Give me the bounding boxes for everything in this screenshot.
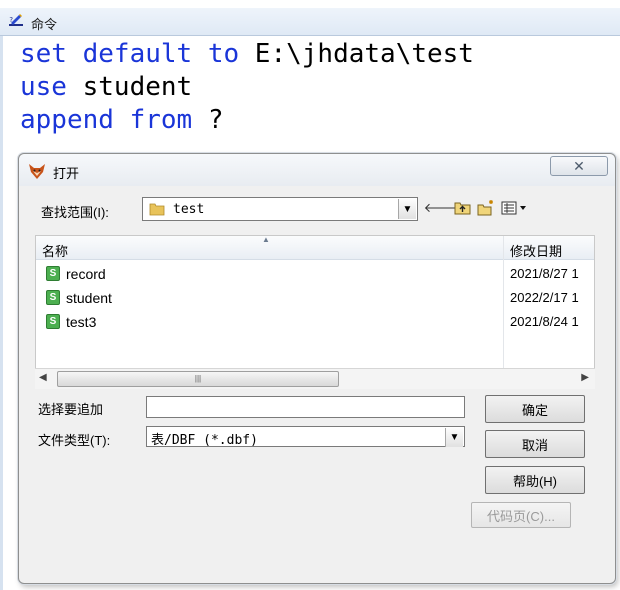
file-row-student[interactable]: S student 2022/2/17 1 (36, 286, 594, 310)
command-keyword: use (20, 72, 67, 102)
lookin-value: test (173, 202, 205, 217)
open-file-dialog: 打开 ✕ 查找范围(I): test ▼ 🡐 ▲ 名称 修改日期 S recor… (18, 153, 616, 584)
file-row-record[interactable]: S record 2021/8/27 1 (36, 262, 594, 286)
file-date: 2021/8/27 1 (510, 266, 579, 281)
scroll-right-icon[interactable]: ▶ (581, 372, 589, 383)
command-line-2[interactable]: use student (20, 71, 192, 103)
command-keyword: set default to (20, 39, 240, 69)
command-argument: E:\jhdata\test (239, 39, 474, 69)
cancel-button[interactable]: 取消 (485, 430, 585, 458)
lookin-dropdown[interactable]: test ▼ (142, 197, 418, 221)
select-label: 选择要追加 (38, 402, 104, 417)
close-icon: ✕ (573, 157, 585, 174)
list-header: ▲ 名称 修改日期 (36, 235, 594, 260)
folder-icon (149, 203, 165, 216)
lookin-label: 查找范围(I): (41, 205, 109, 220)
scrollbar-thumb[interactable]: ||| (57, 371, 339, 387)
help-button[interactable]: 帮助(H) (485, 466, 585, 494)
file-type-value: 表/DBF (*.dbf) (151, 433, 258, 448)
fox-icon (29, 164, 45, 179)
dialog-titlebar: 打开 ✕ (19, 154, 615, 186)
file-date: 2021/8/24 1 (510, 314, 579, 329)
command-window-titlebar: ? 命令 (0, 8, 620, 36)
column-header-name[interactable]: 名称 (42, 241, 68, 260)
file-type-label: 文件类型(T): (38, 433, 111, 448)
view-menu-icon[interactable] (501, 199, 531, 217)
close-button[interactable]: ✕ (550, 156, 608, 176)
horizontal-scrollbar[interactable]: ◀ ||| ▶ (35, 368, 595, 389)
file-name: test3 (66, 314, 97, 330)
file-list[interactable]: ▲ 名称 修改日期 S record 2021/8/27 1 S student… (35, 235, 595, 389)
table-file-icon: S (46, 314, 60, 329)
command-keyword: append from (20, 105, 193, 135)
table-file-icon: S (46, 290, 60, 305)
scroll-left-icon[interactable]: ◀ (39, 372, 47, 383)
command-window-title: 命令 (31, 17, 58, 32)
chevron-down-icon[interactable]: ▼ (398, 199, 416, 219)
command-window-border (0, 36, 3, 590)
dialog-title: 打开 (53, 166, 80, 181)
command-line-1[interactable]: set default to E:\jhdata\test (20, 38, 474, 70)
file-name: student (66, 290, 112, 306)
ok-button[interactable]: 确定 (485, 395, 585, 423)
sort-arrow-icon: ▲ (262, 235, 270, 244)
command-line-3[interactable]: append from ? (20, 104, 224, 136)
new-folder-icon[interactable] (477, 199, 495, 217)
up-folder-icon[interactable] (454, 199, 472, 217)
file-type-dropdown[interactable]: 表/DBF (*.dbf) ▼ (146, 426, 465, 448)
back-arrow-icon[interactable]: 🡐 (424, 199, 459, 217)
file-row-test3[interactable]: S test3 2021/8/24 1 (36, 310, 594, 334)
svg-text:?: ? (9, 16, 13, 24)
file-date: 2022/2/17 1 (510, 290, 579, 305)
file-name: record (66, 266, 106, 282)
column-header-date[interactable]: 修改日期 (510, 241, 562, 260)
table-file-icon: S (46, 266, 60, 281)
command-argument: student (66, 72, 193, 102)
codepage-button[interactable]: 代码页(C)... (471, 502, 571, 528)
chevron-down-icon[interactable]: ▼ (445, 428, 463, 447)
command-argument: ? (192, 105, 224, 135)
select-input[interactable] (146, 396, 465, 418)
command-window-icon: ? (9, 14, 23, 26)
